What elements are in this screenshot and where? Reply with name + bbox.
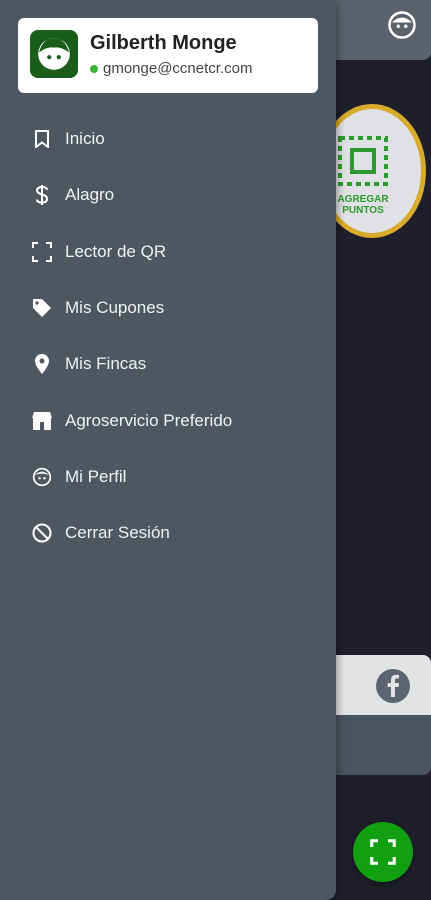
menu-item-label: Alagro [65,185,115,205]
bookmark-icon [32,129,52,149]
avatar [30,30,78,78]
menu-item-alagro[interactable]: Alagro [0,167,336,223]
block-icon [32,523,52,543]
menu-item-mis-cupones[interactable]: Mis Cupones [0,280,336,336]
menu-item-label: Lector de QR [65,241,167,261]
menu-item-label: Agroservicio Preferido [65,410,233,430]
store-icon [32,411,52,431]
drawer-menu: Inicio Alagro Lector de QR Mis Cupones M… [0,111,336,561]
user-name: Gilberth Monge [90,32,237,54]
menu-item-label: Mi Perfil [65,466,127,486]
navigation-drawer: Gilberth Monge gmonge@ccnetcr.com Inicio… [0,0,336,900]
user-card[interactable]: Gilberth Monge gmonge@ccnetcr.com [18,18,318,93]
location-pin-icon [32,354,52,375]
dollar-icon [32,185,52,206]
menu-item-inicio[interactable]: Inicio [0,111,336,167]
user-email-row: gmonge@ccnetcr.com [90,60,252,77]
menu-item-agroservicio[interactable]: Agroservicio Preferido [0,392,336,448]
qr-add-icon [338,136,388,186]
menu-item-label: Mis Fincas [65,354,147,374]
tag-icon [32,298,52,318]
menu-item-label: Cerrar Sesión [65,523,170,543]
online-status-dot [90,64,98,73]
add-points-line2: PUNTOS [342,205,384,216]
face-icon [32,467,52,487]
menu-item-label: Inicio [65,129,105,149]
menu-item-mis-fincas[interactable]: Mis Fincas [0,336,336,392]
face-icon[interactable] [387,10,417,40]
scan-icon [370,839,396,865]
menu-item-lector-qr[interactable]: Lector de QR [0,224,336,280]
user-email: gmonge@ccnetcr.com [103,60,253,77]
menu-item-label: Mis Cupones [65,298,165,318]
add-points-label: AGREGAR PUNTOS [330,194,396,216]
qr-scan-icon [32,241,52,262]
scan-fab-button[interactable] [353,822,413,882]
facebook-icon[interactable] [376,669,410,703]
add-points-line1: AGREGAR [337,194,389,205]
menu-item-cerrar-sesion[interactable]: Cerrar Sesión [0,505,336,561]
face-icon [38,38,70,70]
menu-item-mi-perfil[interactable]: Mi Perfil [0,449,336,505]
